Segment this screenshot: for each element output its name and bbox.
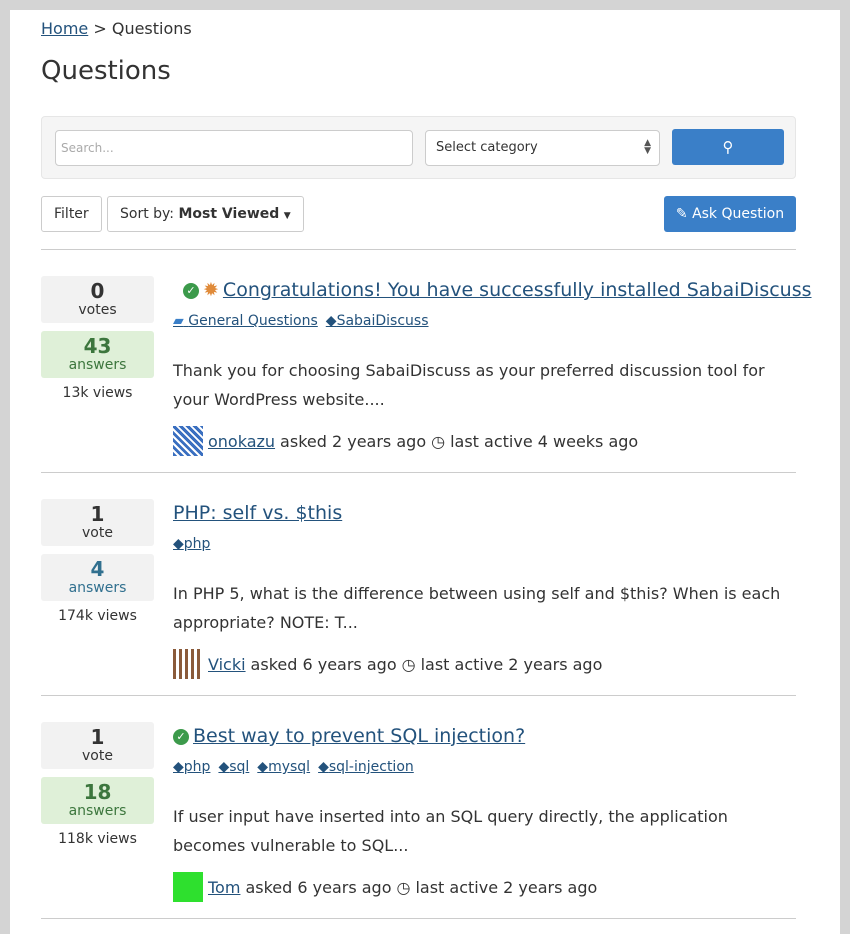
question-title-link[interactable]: Congratulations! You have successfully i… bbox=[223, 279, 812, 301]
search-icon: ⚲ bbox=[722, 138, 734, 156]
asked-time: asked 6 years ago bbox=[250, 654, 397, 674]
tag-icon: ◆ bbox=[325, 313, 337, 329]
avatar[interactable] bbox=[173, 649, 203, 679]
tag-icon: ◆ bbox=[257, 759, 269, 775]
tag-link[interactable]: ◆php bbox=[173, 536, 210, 552]
filter-button[interactable]: Filter bbox=[41, 196, 102, 232]
question-excerpt: Thank you for choosing SabaiDiscuss as y… bbox=[173, 361, 765, 409]
sort-value: Most Viewed bbox=[178, 206, 280, 222]
ask-question-label: Ask Question bbox=[692, 206, 785, 222]
breadcrumb-separator: > bbox=[93, 19, 107, 38]
last-active: last active 4 weeks ago bbox=[450, 431, 639, 451]
category-select[interactable]: Select category ▲ ▼ bbox=[425, 130, 660, 166]
search-button[interactable]: ⚲ bbox=[672, 129, 784, 165]
question-excerpt: In PHP 5, what is the difference between… bbox=[173, 584, 781, 632]
asked-time: asked 2 years ago bbox=[280, 431, 427, 451]
user-link[interactable]: Tom bbox=[208, 878, 240, 897]
search-panel: Search... Select category ▲ ▼ ⚲ bbox=[41, 116, 796, 179]
divider bbox=[41, 249, 796, 250]
page-title: Questions bbox=[41, 56, 171, 86]
tag-link[interactable]: ◆mysql bbox=[257, 759, 310, 775]
avatar[interactable] bbox=[173, 426, 203, 456]
breadcrumb-home[interactable]: Home bbox=[41, 19, 88, 38]
resolved-check-icon: ✓ bbox=[183, 283, 199, 299]
tag-link[interactable]: ◆sql bbox=[218, 759, 249, 775]
tag-link[interactable]: ◆php bbox=[173, 759, 210, 775]
views-count: 174k views bbox=[58, 608, 137, 624]
tag-icon: ◆ bbox=[173, 759, 184, 775]
featured-badge-icon: ✹ bbox=[203, 279, 219, 301]
search-input[interactable]: Search... bbox=[55, 130, 413, 166]
caret-down-icon: ▼ bbox=[283, 211, 291, 221]
sort-dropdown[interactable]: Sort by: Most Viewed ▼ bbox=[107, 196, 304, 232]
divider bbox=[41, 695, 796, 696]
asked-time: asked 6 years ago bbox=[245, 877, 392, 897]
last-active: last active 2 years ago bbox=[420, 654, 603, 674]
user-link[interactable]: onokazu bbox=[208, 432, 275, 451]
votes-box: 1 vote bbox=[41, 499, 154, 546]
question-item: 1 vote 4 answers 174k views PHP: self vs. … bbox=[41, 499, 796, 699]
breadcrumb: Home > Questions bbox=[41, 19, 796, 38]
category-select-value: Select category bbox=[436, 140, 538, 155]
clock-icon: ◷ bbox=[396, 877, 411, 897]
question-item: 0 votes 43 answers 13k views ✓ ✹ Congratulat… bbox=[41, 276, 812, 476]
user-link[interactable]: Vicki bbox=[208, 655, 246, 674]
select-arrows-icon: ▲ ▼ bbox=[644, 138, 651, 156]
ask-question-button[interactable]: ✎ Ask Question bbox=[664, 196, 796, 232]
answers-box: 4 answers bbox=[41, 554, 154, 601]
views-count: 118k views bbox=[58, 831, 137, 847]
votes-box: 1 vote bbox=[41, 722, 154, 769]
views-count: 13k views bbox=[62, 385, 133, 401]
question-title-link[interactable]: PHP: self vs. $this bbox=[173, 502, 342, 524]
tag-icon: ◆ bbox=[218, 759, 230, 775]
tag-link[interactable]: ◆SabaiDiscuss bbox=[326, 313, 429, 329]
clock-icon: ◷ bbox=[401, 654, 416, 674]
tag-icon: ◆ bbox=[318, 759, 329, 775]
clock-icon: ◷ bbox=[431, 431, 446, 451]
votes-box: 0 votes bbox=[41, 276, 154, 323]
tag-link[interactable]: ◆sql-injection bbox=[318, 759, 414, 775]
breadcrumb-current: Questions bbox=[111, 19, 192, 38]
last-active: last active 2 years ago bbox=[415, 877, 598, 897]
page: Home > Questions Questions Search... Sel… bbox=[10, 10, 840, 934]
question-title-link[interactable]: Best way to prevent SQL injection? bbox=[193, 725, 525, 747]
answers-box: 18 answers bbox=[41, 777, 154, 824]
category-link[interactable]: ▰ General Questions bbox=[173, 313, 318, 329]
resolved-check-icon: ✓ bbox=[173, 729, 189, 745]
question-excerpt: If user input have inserted into an SQL … bbox=[173, 807, 728, 855]
sort-label: Sort by: bbox=[120, 206, 175, 222]
answers-box: 43 answers bbox=[41, 331, 154, 378]
avatar[interactable] bbox=[173, 872, 203, 902]
folder-icon: ▰ bbox=[173, 313, 184, 329]
divider bbox=[41, 472, 796, 473]
divider bbox=[41, 918, 796, 919]
tag-icon: ◆ bbox=[173, 536, 184, 552]
question-item: 1 vote 18 answers 118k views ✓ Best way to … bbox=[41, 722, 796, 922]
pencil-icon: ✎ bbox=[675, 206, 688, 222]
